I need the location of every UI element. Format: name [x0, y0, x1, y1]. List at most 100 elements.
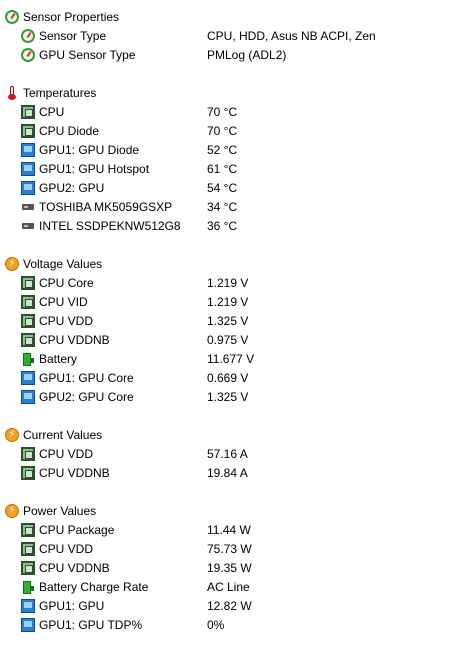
list-item[interactable]: CPU VDD 57.16 A — [0, 444, 467, 463]
gpu-icon — [21, 142, 35, 157]
item-label: TOSHIBA MK5059GSXP — [39, 199, 173, 214]
item-value: 19.35 W — [207, 560, 252, 575]
section-power-values[interactable]: ⚡ Power Values — [0, 501, 467, 520]
item-label: Battery Charge Rate — [39, 579, 149, 594]
item-label: CPU Core — [39, 275, 94, 290]
list-item[interactable]: GPU1: GPU TDP% 0% — [0, 615, 467, 634]
sensor-list: Sensor Properties Sensor Type CPU, HDD, … — [0, 0, 467, 668]
item-value: PMLog (ADL2) — [207, 47, 287, 62]
list-item[interactable]: GPU Sensor Type PMLog (ADL2) — [0, 45, 467, 64]
item-label: GPU1: GPU Hotspot — [39, 161, 150, 176]
list-item[interactable]: GPU2: GPU 54 °C — [0, 178, 467, 197]
cpu-chip-icon — [21, 275, 35, 290]
item-value: 70 °C — [207, 123, 238, 138]
drive-icon — [21, 200, 35, 214]
item-value: 57.16 A — [207, 446, 248, 461]
item-value: 70 °C — [207, 104, 238, 119]
cpu-chip-icon — [21, 446, 35, 461]
sensor-gauge-icon — [5, 9, 19, 24]
list-item[interactable]: CPU VID 1.219 V — [0, 292, 467, 311]
item-value: 1.325 V — [207, 313, 249, 328]
item-label: CPU VDD — [39, 541, 94, 556]
drive-icon — [21, 219, 35, 233]
section-voltage-values[interactable]: ⚡ Voltage Values — [0, 254, 467, 273]
section-label: Sensor Properties — [23, 9, 120, 24]
list-item[interactable]: GPU1: GPU Core 0.669 V — [0, 368, 467, 387]
cpu-chip-icon — [21, 560, 35, 575]
list-item[interactable]: CPU Diode 70 °C — [0, 121, 467, 140]
item-value: 1.219 V — [207, 275, 249, 290]
list-item[interactable]: CPU VDDNB 19.35 W — [0, 558, 467, 577]
list-item[interactable]: Sensor Type CPU, HDD, Asus NB ACPI, Zen — [0, 26, 467, 45]
item-value: 52 °C — [207, 142, 238, 157]
section-sensor-properties[interactable]: Sensor Properties — [0, 7, 467, 26]
cpu-chip-icon — [21, 313, 35, 328]
cpu-chip-icon — [21, 332, 35, 347]
item-label: GPU2: GPU Core — [39, 389, 134, 404]
list-item[interactable]: Battery 11.677 V — [0, 349, 467, 368]
gpu-icon — [21, 617, 35, 632]
item-label: GPU Sensor Type — [39, 47, 136, 62]
battery-icon — [21, 352, 35, 366]
section-label: Voltage Values — [23, 256, 103, 271]
item-label: CPU VDDNB — [39, 332, 110, 347]
list-item[interactable]: CPU Core 1.219 V — [0, 273, 467, 292]
list-item[interactable]: GPU2: GPU Core 1.325 V — [0, 387, 467, 406]
item-label: CPU VDDNB — [39, 560, 110, 575]
list-item[interactable]: GPU1: GPU Hotspot 61 °C — [0, 159, 467, 178]
gpu-icon — [21, 180, 35, 195]
list-item[interactable]: CPU Package 11.44 W — [0, 520, 467, 539]
cpu-chip-icon — [21, 522, 35, 537]
list-item[interactable]: CPU VDD 75.73 W — [0, 539, 467, 558]
item-value: 1.325 V — [207, 389, 249, 404]
item-value: 12.82 W — [207, 598, 252, 613]
list-item[interactable]: INTEL SSDPEKNW512G8 36 °C — [0, 216, 467, 235]
item-label: GPU1: GPU Diode — [39, 142, 140, 157]
section-label: Temperatures — [23, 85, 97, 100]
section-current-values[interactable]: ⚡ Current Values — [0, 425, 467, 444]
item-label: CPU — [39, 104, 65, 119]
cpu-chip-icon — [21, 123, 35, 138]
list-item[interactable]: CPU VDDNB 19.84 A — [0, 463, 467, 482]
item-label: CPU VID — [39, 294, 88, 309]
current-bolt-icon: ⚡ — [5, 427, 19, 442]
cpu-chip-icon — [21, 541, 35, 556]
list-item[interactable]: CPU VDDNB 0.975 V — [0, 330, 467, 349]
gpu-icon — [21, 598, 35, 613]
item-value: 75.73 W — [207, 541, 252, 556]
power-bolt-icon: ⚡ — [5, 503, 19, 518]
item-value: 54 °C — [207, 180, 238, 195]
item-value: 0% — [207, 617, 225, 632]
item-label: GPU1: GPU Core — [39, 370, 134, 385]
item-value: 0.975 V — [207, 332, 249, 347]
item-label: CPU VDD — [39, 446, 94, 461]
item-value: 11.44 W — [207, 522, 251, 537]
section-temperatures[interactable]: Temperatures — [0, 83, 467, 102]
gpu-icon — [21, 389, 35, 404]
item-label: GPU2: GPU — [39, 180, 105, 195]
item-value: AC Line — [207, 579, 250, 594]
item-label: GPU1: GPU — [39, 598, 105, 613]
sensor-gauge-icon — [21, 28, 35, 43]
list-item[interactable]: TOSHIBA MK5059GSXP 34 °C — [0, 197, 467, 216]
item-label: INTEL SSDPEKNW512G8 — [39, 218, 181, 233]
item-value: 34 °C — [207, 199, 238, 214]
gpu-icon — [21, 161, 35, 176]
item-value: 36 °C — [207, 218, 238, 233]
voltage-bolt-icon: ⚡ — [5, 256, 19, 271]
section-label: Power Values — [23, 503, 97, 518]
item-value: 61 °C — [207, 161, 238, 176]
item-label: GPU1: GPU TDP% — [39, 617, 143, 632]
item-value: 11.677 V — [207, 351, 255, 366]
item-value: 19.84 A — [207, 465, 248, 480]
item-label: CPU Package — [39, 522, 115, 537]
list-item[interactable]: GPU1: GPU Diode 52 °C — [0, 140, 467, 159]
item-label: Battery — [39, 351, 78, 366]
list-item[interactable]: GPU1: GPU 12.82 W — [0, 596, 467, 615]
list-item[interactable]: CPU 70 °C — [0, 102, 467, 121]
cpu-chip-icon — [21, 465, 35, 480]
list-item[interactable]: CPU VDD 1.325 V — [0, 311, 467, 330]
item-value: 1.219 V — [207, 294, 249, 309]
item-label: Sensor Type — [39, 28, 107, 43]
list-item[interactable]: Battery Charge Rate AC Line — [0, 577, 467, 596]
